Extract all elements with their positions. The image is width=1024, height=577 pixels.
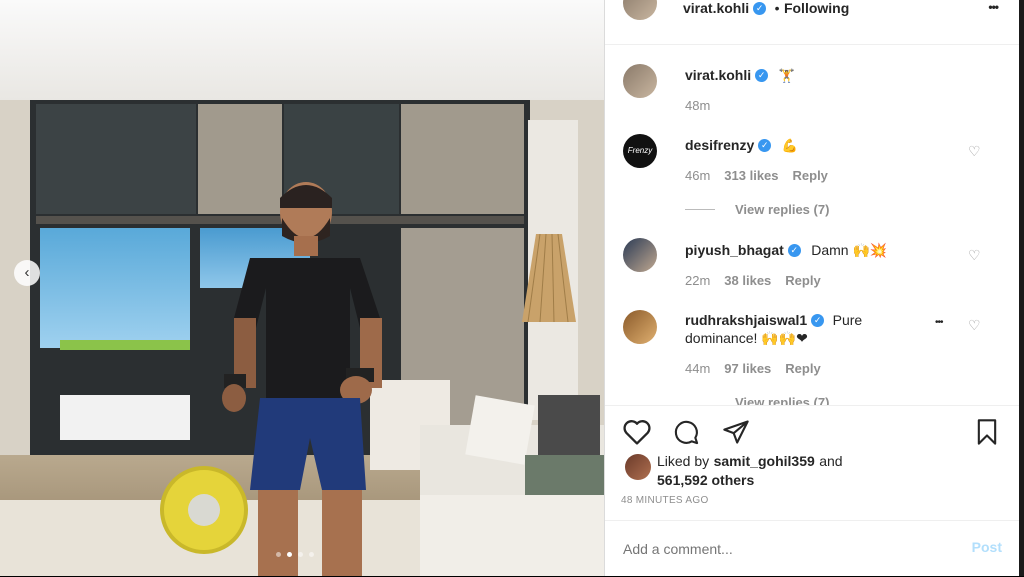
post-actions: Liked by samit_gohil359 and 561,592 othe… (605, 405, 1020, 534)
liker-avatar[interactable] (625, 454, 651, 480)
comment-more-button[interactable]: ••• (935, 317, 943, 328)
caption-avatar[interactable] (623, 64, 657, 98)
comment-text: 💪 (781, 138, 798, 153)
comment-meta: 44m 97 likes Reply (685, 361, 835, 376)
replies-divider (685, 209, 715, 210)
commenter-username[interactable]: piyush_bhagat (685, 242, 784, 258)
author-username[interactable]: virat.kohli (683, 0, 749, 16)
post-header: virat.kohli ✓ • Following ••• (605, 0, 1020, 45)
post-sidebar: virat.kohli ✓ • Following ••• virat.kohli… (604, 0, 1020, 576)
comment-text-line2: dominance! 🙌🙌❤ (685, 330, 808, 346)
verified-badge-icon: ✓ (755, 69, 769, 83)
carousel-dots (276, 552, 314, 557)
verified-badge-icon: ✓ (787, 244, 801, 258)
add-comment-bar: Post (605, 520, 1020, 577)
author-avatar[interactable] (623, 0, 657, 20)
view-replies-button[interactable]: View replies (7) (735, 395, 829, 405)
liked-by-and: and (819, 453, 843, 469)
post-timestamp: 48 MINUTES AGO (621, 495, 709, 506)
comment-text-line1: Pure (832, 312, 863, 328)
carousel-dot (276, 552, 281, 557)
comments-scroll-clip: View replies (7) (605, 392, 1020, 405)
reply-button[interactable]: Reply (793, 168, 828, 183)
carousel-dot (298, 552, 303, 557)
comment-likes[interactable]: 97 likes (724, 361, 771, 376)
liked-by-prefix: Liked by (657, 453, 710, 469)
commenter-avatar[interactable] (623, 310, 657, 344)
carousel-prev-button[interactable]: ‹ (14, 260, 40, 286)
carousel-dot-active (287, 552, 292, 557)
comment-meta: 46m 313 likes Reply (685, 168, 842, 183)
comment-bubble-icon[interactable] (671, 418, 701, 446)
comment-time: 44m (685, 361, 711, 376)
post-comment-button[interactable]: Post (972, 539, 1002, 555)
comment-time: 46m (685, 168, 711, 183)
photo-lamp (522, 234, 576, 323)
comment-likes[interactable]: 38 likes (724, 273, 771, 288)
window-edge (1019, 0, 1024, 576)
caption-time: 48m (685, 98, 711, 113)
verified-badge-icon: ✓ (758, 139, 772, 153)
reply-button[interactable]: Reply (785, 273, 820, 288)
post-image[interactable]: ‹ (0, 0, 604, 576)
comment-input[interactable] (621, 537, 945, 561)
like-heart-icon[interactable] (621, 418, 653, 446)
share-paper-plane-icon[interactable] (721, 418, 751, 446)
photo-sofa (420, 395, 604, 576)
photo-ceiling (0, 0, 604, 100)
commenter-username[interactable]: desifrenzy (685, 137, 754, 153)
comment-likes[interactable]: 313 likes (724, 168, 778, 183)
comment-like-heart-icon[interactable]: ♡ (968, 317, 981, 334)
comment-time: 22m (685, 273, 711, 288)
following-button[interactable]: Following (784, 0, 849, 16)
caption-username[interactable]: virat.kohli (685, 67, 751, 83)
view-replies-button[interactable]: View replies (7) (735, 202, 829, 217)
liked-by-user[interactable]: samit_gohil359 (714, 453, 815, 469)
comment-text: Damn 🙌💥 (811, 242, 888, 258)
likes-summary: Liked by samit_gohil359 and 561,592 othe… (657, 452, 957, 490)
photo-window (40, 228, 190, 348)
more-options-button[interactable]: ••• (988, 0, 999, 14)
commenter-avatar[interactable] (623, 238, 657, 272)
commenter-username[interactable]: rudhrakshjaiswal1 (685, 312, 807, 328)
liked-by-others[interactable]: 561,592 others (657, 472, 754, 488)
barbell-hub (188, 494, 220, 526)
caption-text: 🏋 (778, 68, 795, 83)
verified-badge-icon: ✓ (811, 314, 825, 328)
comment-meta: 22m 38 likes Reply (685, 273, 835, 288)
verified-badge-icon: ✓ (753, 2, 767, 16)
comment-like-heart-icon[interactable]: ♡ (968, 143, 981, 160)
reply-button[interactable]: Reply (785, 361, 820, 376)
header-separator: • (774, 0, 780, 16)
commenter-avatar[interactable]: Frenzy (623, 134, 657, 168)
carousel-dot (309, 552, 314, 557)
comment-like-heart-icon[interactable]: ♡ (968, 247, 981, 264)
save-bookmark-icon[interactable] (973, 418, 1001, 446)
